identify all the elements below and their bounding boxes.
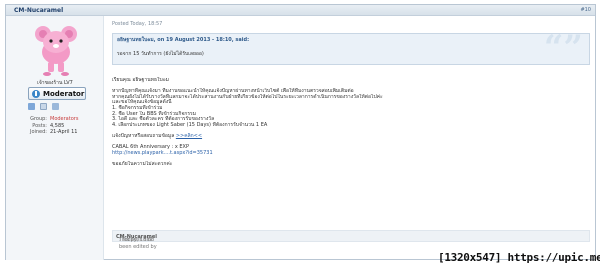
author-name-link[interactable]: CM-Nucaramel [14, 7, 63, 15]
message-line: ขออภัยในความไม่สะดวกค่ะ [112, 160, 173, 167]
report-click-link[interactable]: >>คลิก<< [176, 133, 202, 139]
profile-actions [28, 103, 59, 110]
news-link[interactable]: http://news.playpark....t.aspx?id=35731 [112, 150, 213, 156]
post-content: Posted Today, 18:57 อธิษฐานทธใบ๏ม, on 19… [112, 21, 592, 250]
moderator-badge-label: Moderator [43, 90, 85, 98]
edit-notice-text: This post has been edited by CM-Nucarame… [116, 234, 157, 250]
moderator-icon [32, 90, 40, 98]
edit-notice: This post has been edited by CM-Nucarame… [112, 230, 590, 250]
warn-icon[interactable] [52, 103, 59, 110]
member-rank-title: เจ้าของร้าน LV7 [37, 80, 73, 86]
stat-value-joined: 21-April 11 [50, 129, 78, 135]
quote-mark-icon: “” [543, 28, 583, 68]
post-timestamp: Posted Today, 18:57 [112, 21, 163, 27]
post-header: CM-Nucaramel #10 [6, 5, 595, 16]
quote-block: อธิษฐานทธใบ๏ม, on 19 August 2013 - 18:10… [112, 28, 590, 68]
profile-icon[interactable] [28, 103, 35, 110]
message-line-text: แจ้งปัญหาหรือสอบถามข้อมูล [112, 132, 176, 139]
stat-row: Joined: 21-April 11 [28, 129, 78, 136]
pm-icon[interactable] [40, 103, 47, 110]
edit-notice-time: : Today, 18:58 [119, 237, 155, 243]
avatar[interactable] [26, 20, 86, 80]
quote-body: รอจาก 15 วันทำการ (ยังไม่ได้รับเลยออ) [117, 51, 204, 57]
member-stats: Group: Moderators Posts: 4,585 Joined: 2… [28, 116, 78, 136]
author-info-panel: เจ้าของร้าน LV7 Moderator Group: Moderat… [6, 16, 104, 260]
stat-label: Joined: [29, 129, 47, 135]
forum-post: CM-Nucaramel #10 เจ้าของร้าน LV7 Moderat… [5, 4, 596, 260]
message-body: เรียนคุณ อธิษฐานทธใบ๏ม หากปัญหาที่คุณแจ้ง… [112, 77, 590, 167]
post-number-link[interactable]: #10 [580, 7, 591, 14]
moderator-badge: Moderator [28, 87, 86, 100]
quote-header[interactable]: อธิษฐานทธใบ๏ม, on 19 August 2013 - 18:10… [117, 37, 249, 44]
image-watermark: [1320x547] https://upic.me/ [438, 251, 600, 264]
